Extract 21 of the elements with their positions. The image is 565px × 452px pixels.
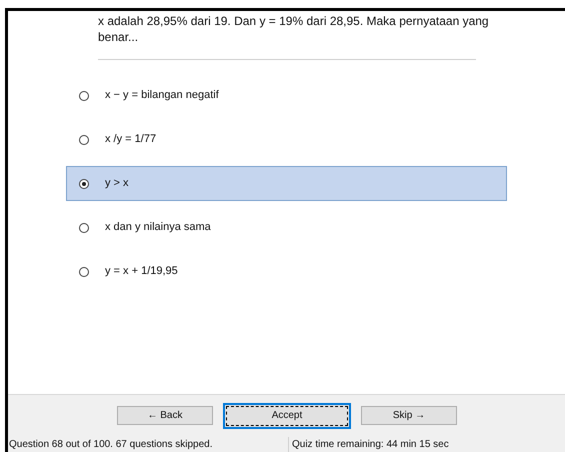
option-label: x dan y nilainya sama [105,220,211,236]
option-label: y = x + 1/19,95 [105,264,178,280]
answer-option[interactable]: y > x [66,166,507,201]
question-text: x adalah 28,95% dari 19. Dan y = 19% dari 28,95. Maka pernyataan yang benar... [98,13,490,45]
nav-button[interactable]: Skip → [361,406,457,425]
answer-option[interactable]: x /y = 1/77 [66,122,507,157]
answer-option[interactable]: x − y = bilangan negatif [66,78,507,113]
answer-option[interactable]: y = x + 1/19,95 [66,254,507,289]
radio-button[interactable] [79,90,89,100]
option-label: x − y = bilangan negatif [105,88,219,104]
radio-button[interactable] [79,222,89,232]
answer-option[interactable]: x dan y nilainya sama [66,210,507,245]
radio-button[interactable] [79,178,89,188]
nav-button[interactable]: Accept [223,402,351,428]
option-label: y > x [105,176,129,192]
radio-button[interactable] [79,266,89,276]
radio-button[interactable] [79,134,89,144]
nav-button[interactable]: ← Back [117,406,213,425]
status-text: Question 68 out of 100. 67 questions skipped. [8,438,214,452]
status-text: Quiz time remaining: 44 min 15 sec [288,436,449,452]
option-label: x /y = 1/77 [105,132,156,148]
